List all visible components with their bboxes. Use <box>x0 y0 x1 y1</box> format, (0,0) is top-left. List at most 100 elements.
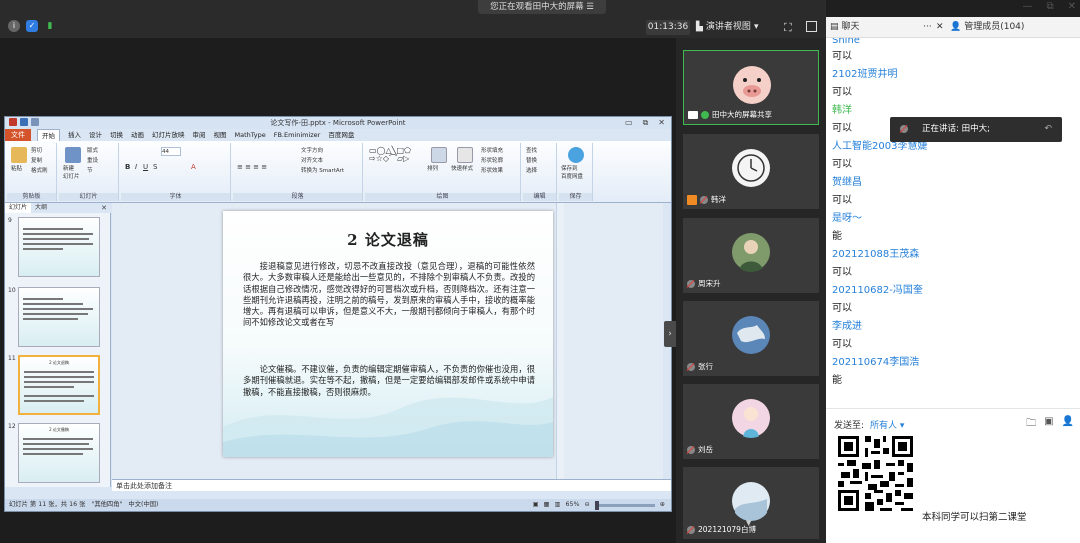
slide-paragraph-2[interactable]: 论文催稿。不建议催，负责的编辑定期催审稿人，不负责的你催也没用，很多期刊催稿就退… <box>243 364 535 398</box>
baidu-cloud-icon[interactable] <box>568 147 584 163</box>
tab-chat[interactable]: ▤ 聊天 <box>830 17 860 38</box>
ppt-tab-baidu[interactable]: 百度网盘 <box>328 129 354 141</box>
zoom-slider[interactable] <box>594 500 655 510</box>
zoom-in-icon[interactable]: ⊕ <box>660 499 665 511</box>
notes-pane[interactable]: 单击此处添加备注 <box>112 479 671 491</box>
bold-button[interactable]: B <box>125 163 130 171</box>
video-tile[interactable]: 张行 <box>683 301 819 376</box>
video-tile[interactable]: 刘岳 <box>683 384 819 459</box>
ppt-tab-fbeminimizer[interactable]: FB.Eminimizer <box>274 129 321 141</box>
ppt-tab-review[interactable]: 审阅 <box>193 129 206 141</box>
italic-button[interactable]: I <box>135 163 137 171</box>
collapse-video-panel-button[interactable]: › <box>664 321 676 347</box>
select-button[interactable]: 选择 <box>526 167 537 175</box>
quick-styles-icon[interactable] <box>457 147 473 163</box>
ppt-tab-home[interactable]: 开始 <box>37 128 60 142</box>
language-indicator[interactable]: 中文(中国) <box>128 499 158 511</box>
ppt-tab-insert[interactable]: 插入 <box>68 129 81 141</box>
chat-sender[interactable]: 202110674李国浩 <box>832 356 919 370</box>
sorter-view-icon[interactable]: ▦ <box>544 499 550 511</box>
cut-button[interactable]: 剪切 <box>31 147 42 155</box>
arrange-icon[interactable] <box>431 147 447 163</box>
chat-more-button[interactable]: ··· <box>923 17 932 38</box>
slide-vertical-scrollbar[interactable] <box>556 203 564 479</box>
ppt-tab-mathtype[interactable]: MathType <box>235 129 266 141</box>
align-icons[interactable]: ≡ ≡ ≡ ≡ <box>237 163 267 171</box>
font-color-button[interactable]: A <box>191 163 196 171</box>
video-tile[interactable]: 周宋升 <box>683 218 819 293</box>
shape-outline-button[interactable]: 形状轮廓 <box>481 157 503 165</box>
image-icon[interactable]: ▣ <box>1044 416 1053 433</box>
new-slide-icon[interactable] <box>65 147 81 163</box>
zoom-slider-thumb[interactable] <box>594 500 599 510</box>
chat-sender[interactable]: 人工智能2003李慧婕 <box>832 140 927 154</box>
video-tile[interactable]: 202121079白博 <box>683 467 819 539</box>
quick-styles-button[interactable]: 快速样式 <box>451 165 473 173</box>
save-to-baidu-button[interactable]: 保存到 百度网盘 <box>561 165 583 181</box>
replace-button[interactable]: 替换 <box>526 157 537 165</box>
ppt-minimize-icon[interactable]: ▭ <box>625 117 633 129</box>
restore-button[interactable]: ⧉ <box>1046 0 1053 14</box>
slide-paragraph-1[interactable]: 接退稿意见进行修改，切忌不改直接改投（意见合理），退稿的可能性依然很大。大多数审… <box>243 261 535 329</box>
presenter-view-button[interactable]: ▙ 演讲者视图 ▾ <box>696 20 758 35</box>
font-size-select[interactable]: 44 <box>161 147 181 156</box>
chat-messages[interactable]: Shine 可以 2102班贾井明 可以 韩洋 可以 人工智能2003李慧婕 可… <box>826 38 1080 408</box>
paste-icon[interactable] <box>11 147 27 163</box>
ppt-app-icon[interactable] <box>9 118 17 126</box>
chat-sender[interactable]: 贺继昌 <box>832 176 862 190</box>
layout-button[interactable]: 版式 <box>87 147 98 155</box>
undo-arrow-icon[interactable]: ↶ <box>1044 117 1052 142</box>
format-painter-button[interactable]: 格式刷 <box>31 167 48 175</box>
tab-members[interactable]: 👤 管理成员(104) <box>950 17 1024 38</box>
find-button[interactable]: 查找 <box>526 147 537 155</box>
strikethrough-button[interactable]: S <box>153 163 157 171</box>
info-icon[interactable]: i <box>8 20 20 32</box>
slide-title[interactable]: 2 论文退稿 <box>223 229 553 250</box>
side-tab-outline[interactable]: 大纲 <box>31 203 51 213</box>
shape-fill-button[interactable]: 形状填充 <box>481 147 503 155</box>
ppt-tab-design[interactable]: 设计 <box>89 129 102 141</box>
menu-icon[interactable]: ☰ <box>586 2 594 12</box>
video-tile-screen-share[interactable]: 田中大的屏幕共享 <box>683 50 819 125</box>
chat-sender[interactable]: 是呀～ <box>832 212 862 226</box>
save-icon[interactable] <box>20 118 28 126</box>
side-panel-icon[interactable] <box>806 21 817 32</box>
shape-effect-button[interactable]: 形状效果 <box>481 167 503 175</box>
chat-sender[interactable]: 2102班贾井明 <box>832 68 897 82</box>
chat-close-button[interactable]: ✕ <box>936 17 944 38</box>
side-pane-close-icon[interactable]: ✕ <box>101 203 107 213</box>
fullscreen-icon[interactable]: ⛶ <box>784 20 792 35</box>
copy-button[interactable]: 复制 <box>31 157 42 165</box>
reading-view-icon[interactable]: ▥ <box>554 499 560 511</box>
minimize-button[interactable]: — <box>1022 0 1032 14</box>
signal-icon[interactable]: ▮ <box>44 20 56 32</box>
arrange-button[interactable]: 排列 <box>427 165 438 173</box>
ppt-tab-slideshow[interactable]: 幻灯片放映 <box>152 129 185 141</box>
close-window-button[interactable]: ✕ <box>1068 0 1076 14</box>
reset-button[interactable]: 重设 <box>87 157 98 165</box>
paste-button[interactable]: 粘贴 <box>11 165 22 173</box>
shield-icon[interactable]: ✓ <box>26 20 38 32</box>
align-text-button[interactable]: 对齐文本 <box>301 157 323 165</box>
chat-sender[interactable]: 202110682-冯国奎 <box>832 284 923 298</box>
chevron-down-icon[interactable]: ▼ <box>746 519 751 527</box>
ppt-tab-view[interactable]: 视图 <box>214 129 227 141</box>
send-to-select[interactable]: 所有人 ▾ <box>870 418 904 431</box>
ppt-tab-file[interactable]: 文件 <box>5 129 31 141</box>
chat-sender[interactable]: 韩洋 <box>832 104 852 118</box>
new-slide-button[interactable]: 新建 幻灯片 <box>63 165 80 181</box>
zoom-out-icon[interactable]: ⊖ <box>584 499 589 511</box>
section-button[interactable]: 节 <box>87 167 93 175</box>
share-notice[interactable]: 您正在观看田中大的屏幕 ☰ <box>478 0 606 14</box>
ppt-tab-transitions[interactable]: 切换 <box>110 129 123 141</box>
smartart-button[interactable]: 转换为 SmartArt <box>301 167 344 175</box>
ppt-close-icon[interactable]: ✕ <box>658 117 665 129</box>
underline-button[interactable]: U <box>143 163 148 171</box>
shapes-gallery[interactable]: ▭◯△╲□⬠ ⇨☆◇⌒▱▷ <box>369 147 411 163</box>
side-tab-slides[interactable]: 幻灯片 <box>5 203 32 213</box>
undo-icon[interactable] <box>31 118 39 126</box>
ppt-tab-animations[interactable]: 动画 <box>131 129 144 141</box>
current-slide[interactable]: 2 论文退稿 接退稿意见进行修改，切忌不改直接改投（意见合理），退稿的可能性依然… <box>223 211 553 457</box>
chat-input-area[interactable]: 发送至: 所有人 ▾ 🗀 ▣ 👤 本科同学可以扫第二课堂 <box>826 408 1080 543</box>
chat-sender[interactable]: Shine <box>832 38 860 48</box>
